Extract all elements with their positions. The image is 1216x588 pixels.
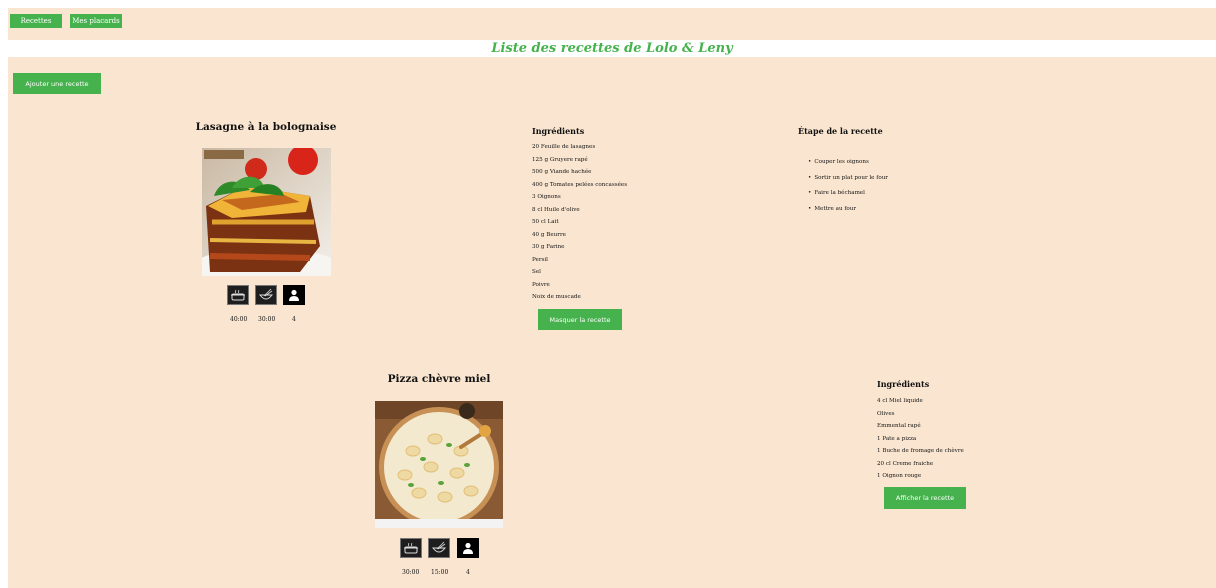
- recipe-name: Pizza chèvre miel: [387, 373, 491, 385]
- list-item: Noix de muscade: [532, 294, 581, 300]
- list-item: 8 cl Huile d'olive: [532, 206, 580, 213]
- list-item: 20 Feuille de lasagnes: [532, 144, 596, 150]
- list-item: 40 g Beurre: [532, 231, 566, 238]
- list-item: 500 g Viande hachée: [532, 169, 592, 175]
- list-item: Poivre: [532, 281, 550, 288]
- list-item: 400 g Tomates pelées concassées: [532, 181, 628, 188]
- list-item: 1 Buche de fromage de chèvre: [877, 448, 964, 454]
- ingredients-list: 4 cl Miel liquide Olives Emmental rapé 1…: [877, 395, 964, 483]
- list-item: Persil: [532, 256, 548, 263]
- list-item: Couper les oignons: [808, 155, 888, 171]
- list-item: 125 g Gruyere rapé: [532, 156, 588, 163]
- cooking-pot-icon: [400, 538, 422, 558]
- hide-recipe-button[interactable]: Masquer la recette: [538, 309, 622, 330]
- ingredients-list: 20 Feuille de lasagnes 125 g Gruyere rap…: [532, 141, 627, 304]
- show-recipe-button[interactable]: Afficher la recette: [884, 487, 966, 509]
- list-item: 20 cl Creme fraiche: [877, 460, 934, 467]
- list-item: 50 cl Lait: [532, 219, 559, 225]
- list-item: Sel: [532, 269, 541, 275]
- pizza-photo: [375, 401, 503, 528]
- list-item: 30 g Farine: [532, 244, 565, 250]
- page-title: Liste des recettes de Lolo & Leny: [491, 41, 733, 56]
- servings: 4: [466, 569, 470, 576]
- ingredients-title: Ingrédients: [532, 126, 585, 136]
- nav-recettes-button[interactable]: Recettes: [10, 14, 62, 28]
- lasagna-photo: [202, 148, 331, 276]
- nav-placards-button[interactable]: Mes placards: [70, 14, 122, 28]
- cook-time: 40:00: [230, 316, 248, 323]
- person-icon: [283, 285, 305, 305]
- list-item: Mettre au four: [808, 202, 888, 218]
- list-item: 1 Pate a pizza: [877, 435, 917, 442]
- prep-time: 30:00: [258, 316, 276, 323]
- recipe-name: Lasagne à la bolognaise: [195, 121, 337, 133]
- cooking-pot-icon: [227, 285, 249, 305]
- steps-title: Étape de la recette: [798, 126, 883, 136]
- cook-time: 30:00: [402, 569, 420, 576]
- whisk-bowl-icon: [428, 538, 450, 558]
- person-icon: [457, 538, 479, 558]
- steps-list: Couper les oignons Sortir un plat pour l…: [808, 155, 888, 217]
- ingredients-title: Ingrédients: [877, 379, 930, 389]
- add-recipe-button[interactable]: Ajouter une recette: [13, 73, 101, 94]
- whisk-bowl-icon: [255, 285, 277, 305]
- list-item: 1 Oignon rouge: [877, 473, 922, 479]
- servings: 4: [292, 316, 296, 323]
- list-item: 4 cl Miel liquide: [877, 398, 923, 404]
- list-item: Faire la béchamel: [808, 186, 888, 202]
- prep-time: 15:00: [431, 569, 449, 576]
- list-item: 3 Oignons: [532, 194, 561, 200]
- list-item: Olives: [877, 410, 895, 417]
- list-item: Sortir un plat pour le four: [808, 171, 888, 187]
- list-item: Emmental rapé: [877, 423, 921, 429]
